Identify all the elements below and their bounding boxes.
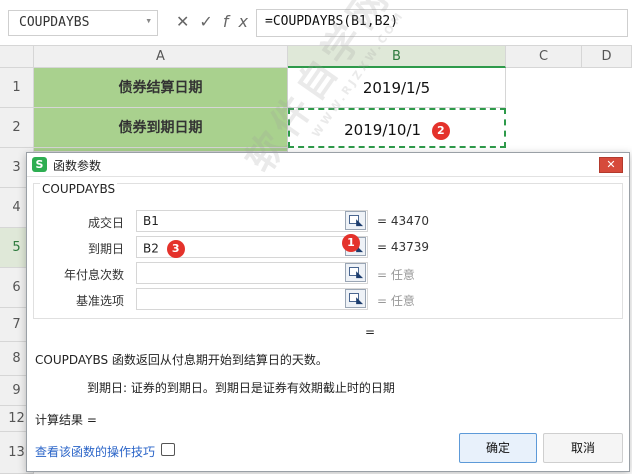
arguments-group: COUPDAYBS 成交日 B1 ◣ = 43470 到期日 B2 3 ◣ 1 … [33,182,623,319]
cell-a1[interactable]: 债券结算日期 [34,68,288,108]
step-badge-1: 1 [342,234,360,252]
step-badge-2: 2 [431,121,450,140]
arg-result-settlement: = 43470 [377,214,430,228]
help-link[interactable]: 查看该函数的操作技巧 [35,443,155,460]
calc-result: 计算结果 = [35,413,97,427]
arg-label-settlement: 成交日 [87,216,124,230]
confirm-icon[interactable]: ✓ [199,12,222,31]
video-icon[interactable] [161,443,175,456]
dialog-titlebar[interactable]: S 函数参数 ✕ [27,153,629,177]
function-name-label: COUPDAYBS [40,182,118,196]
cancel-button[interactable]: 取消 [543,433,623,463]
arg-input-frequency[interactable] [136,262,368,284]
name-box[interactable]: COUPDAYBS ▾ [8,10,158,36]
arg-label-frequency: 年付息次数 [63,268,124,282]
formula-buttons: ✕✓fx [176,12,258,31]
arg-result-basis: = 任意 [377,294,415,308]
cell-b2-value: 2019/10/1 [344,121,422,139]
function-arguments-dialog: S 函数参数 ✕ COUPDAYBS 成交日 B1 ◣ = 43470 到期日 … [26,152,630,472]
wps-logo-icon: S [32,157,47,172]
arg-input-settlement[interactable]: B1 [136,210,368,232]
arg-input-basis[interactable] [136,288,368,310]
fx-icon[interactable]: fx [223,12,258,31]
arg-input-maturity[interactable]: B2 3 [136,236,368,258]
step-badge-3: 3 [166,240,185,258]
select-all-corner[interactable] [0,46,34,68]
range-select-icon[interactable]: ◣ [345,211,366,230]
arg-label-maturity: 到期日 [87,242,124,256]
range-select-icon[interactable]: ◣ [345,289,366,308]
argument-description: 到期日: 证券的到期日。到期日是证券有效期截止时的日期 [87,381,395,395]
arg-input-maturity-value: B2 [143,241,159,256]
row-header-2[interactable]: 2 [0,108,34,148]
column-header-a[interactable]: A [34,46,288,68]
chevron-down-icon[interactable]: ▾ [145,14,152,27]
range-select-icon[interactable]: ◣ [345,263,366,282]
arg-result-maturity: = 43739 [377,240,430,254]
column-header-d[interactable]: D [582,46,632,68]
arg-result-frequency: = 任意 [377,268,415,282]
overall-result: = [365,325,376,339]
name-box-value: COUPDAYBS [19,15,90,30]
row-header-1[interactable]: 1 [0,68,34,108]
dialog-title: 函数参数 [53,159,102,173]
ok-button[interactable]: 确定 [459,433,537,463]
function-description: COUPDAYBS 函数返回从付息期开始到结算日的天数。 [35,353,328,367]
cancel-icon[interactable]: ✕ [176,12,199,31]
arg-label-basis: 基准选项 [75,294,124,308]
column-header-c[interactable]: C [506,46,582,68]
close-icon[interactable]: ✕ [599,157,623,173]
